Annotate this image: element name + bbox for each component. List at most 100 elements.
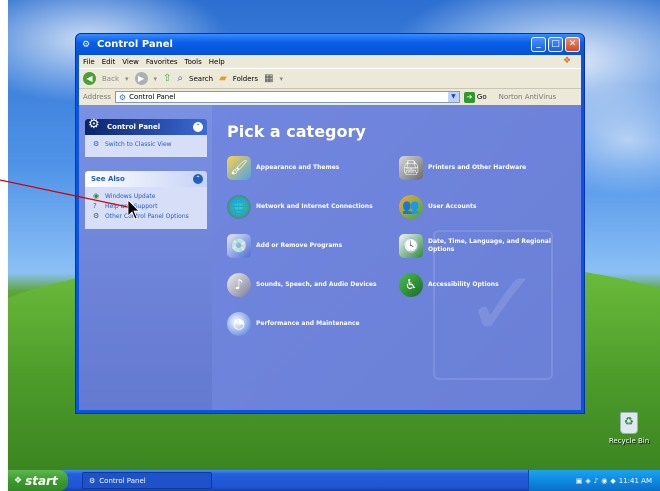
menu-file[interactable]: File (83, 58, 95, 66)
maximize-button[interactable]: □ (548, 37, 563, 52)
address-value: Control Panel (129, 93, 176, 101)
recycle-bin[interactable]: Recycle Bin (604, 412, 654, 445)
search-button[interactable]: Search (189, 75, 213, 83)
back-arrow-icon[interactable]: ◀ (83, 72, 96, 85)
taskbar: ❖ start ⚙ Control Panel ▣ ◈ ♪ ◉ ◆ 11:41 … (8, 470, 660, 491)
recycle-bin-icon[interactable] (620, 412, 638, 434)
accessibility-icon: ♿ (399, 273, 423, 297)
folders-icon[interactable]: ▰ (219, 73, 227, 84)
category-printers-label: Printers and Other Hardware (428, 164, 527, 171)
category-view: Pick a category 🖌 Appearance and Themes … (212, 105, 581, 410)
task-pane: ⚙ Control Panel ⌃ ⚙ Switch to Classic Vi… (79, 105, 212, 410)
category-performance-label: Performance and Maintenance (256, 320, 360, 327)
menu-bar: File Edit View Favorites Tools Help ❖ (79, 55, 581, 68)
date-time-globe-icon: 🕓 (399, 234, 423, 258)
classic-view-icon: ⚙ (93, 140, 100, 148)
category-appearance-and-themes[interactable]: 🖌 Appearance and Themes (227, 156, 339, 180)
toolbar: ◀ Back ▾ ▶ ▾ ⇧ ⌕ Search ▰ Folders ▦ ▾ (79, 68, 581, 89)
category-accessibility-label: Accessibility Options (428, 281, 499, 288)
control-panel-task-header[interactable]: ⚙ Control Panel ⌃ (85, 117, 207, 135)
sounds-speaker-icon: ♪ (227, 273, 251, 297)
see-also-chevron-icon[interactable]: ⌃ (193, 174, 203, 184)
address-input[interactable]: ⚙ Control Panel ▼ (114, 91, 460, 103)
collapse-chevron-icon[interactable]: ⌃ (193, 122, 203, 132)
title-bar[interactable]: ⚙ Control Panel _ □ ✕ (76, 34, 584, 55)
category-printers-and-hardware[interactable]: 🖨 Printers and Other Hardware (399, 156, 526, 180)
windows-flag-icon: ❖ (14, 475, 23, 486)
add-remove-programs-icon: 💿 (227, 234, 251, 258)
windows-logo-icon: ❖ (563, 56, 572, 66)
go-button[interactable]: ➔ Go (463, 91, 487, 103)
page-title: Pick a category (227, 122, 366, 141)
options-icon: ⚙ (93, 212, 100, 220)
tray-volume-icon[interactable]: ♪ (594, 477, 598, 485)
norton-antivirus-button[interactable]: Norton AntiVirus (499, 93, 557, 101)
system-tray: ▣ ◈ ♪ ◉ ◆ 11:41 AM (528, 470, 660, 491)
category-add-remove-label: Add or Remove Programs (256, 242, 343, 249)
tray-network-icon[interactable]: ▣ (576, 477, 583, 485)
tray-security-icon[interactable]: ◈ (585, 477, 590, 485)
other-control-panel-options-link[interactable]: ⚙ Other Control Panel Options (93, 212, 201, 221)
performance-gauge-icon: ◔ (227, 312, 251, 336)
taskbar-clock[interactable]: 11:41 AM (619, 477, 652, 485)
control-panel-task-box: ⚙ Control Panel ⌃ ⚙ Switch to Classic Vi… (85, 117, 207, 157)
window-title: Control Panel (97, 39, 173, 50)
tray-update-icon[interactable]: ◉ (601, 477, 607, 485)
tray-antivirus-icon[interactable]: ◆ (610, 477, 615, 485)
windows-update-link[interactable]: ◉ Windows Update (93, 193, 201, 201)
menu-edit[interactable]: Edit (102, 58, 116, 66)
see-also-title: See Also (91, 175, 125, 183)
switch-to-classic-view-label: Switch to Classic View (105, 141, 172, 148)
back-dropdown-icon[interactable]: ▾ (125, 75, 129, 83)
other-control-panel-options-label: Other Control Panel Options (105, 213, 189, 220)
views-dropdown-icon[interactable]: ▾ (280, 75, 284, 83)
see-also-body: ◉ Windows Update ? Help and Support ⚙ Ot… (85, 187, 207, 229)
appearance-themes-icon: 🖌 (227, 156, 251, 180)
up-folder-icon[interactable]: ⇧ (163, 73, 171, 84)
go-label: Go (476, 93, 487, 101)
menu-view[interactable]: View (122, 58, 139, 66)
category-performance-and-maintenance[interactable]: ◔ Performance and Maintenance (227, 312, 360, 336)
window-controls: _ □ ✕ (531, 37, 580, 52)
start-label: start (25, 473, 58, 488)
forward-arrow-icon[interactable]: ▶ (134, 72, 148, 85)
category-sounds-speech-audio[interactable]: ♪ Sounds, Speech, and Audio Devices (227, 273, 377, 297)
category-date-time-language-regional[interactable]: 🕓 Date, Time, Language, and Regional Opt… (399, 234, 559, 258)
printer-icon: 🖨 (399, 156, 423, 180)
user-accounts-icon: 👥 (399, 195, 423, 219)
address-bar: Address ⚙ Control Panel ▼ ➔ Go Norton An… (79, 89, 581, 105)
help-and-support-label: Help and Support (105, 203, 158, 210)
category-network-label: Network and Internet Connections (256, 203, 373, 210)
taskbar-item-control-panel[interactable]: ⚙ Control Panel (82, 472, 212, 489)
control-panel-task-body: ⚙ Switch to Classic View (85, 135, 207, 157)
help-and-support-link[interactable]: ? Help and Support (93, 202, 201, 211)
category-add-or-remove-programs[interactable]: 💿 Add or Remove Programs (227, 234, 342, 258)
menu-help[interactable]: Help (209, 58, 225, 66)
category-appearance-label: Appearance and Themes (256, 164, 340, 171)
help-icon: ? (93, 202, 97, 210)
start-button[interactable]: ❖ start (8, 470, 68, 491)
forward-dropdown-icon[interactable]: ▾ (154, 75, 158, 83)
control-panel-window: ⚙ Control Panel _ □ ✕ File Edit View Fav… (75, 33, 585, 414)
control-panel-header-icon: ⚙ (88, 117, 100, 132)
content-area: ⚙ Control Panel ⌃ ⚙ Switch to Classic Vi… (79, 105, 581, 410)
control-panel-small-icon: ⚙ (118, 92, 127, 102)
see-also-header[interactable]: See Also ⌃ (85, 171, 207, 187)
address-dropdown-icon[interactable]: ▼ (447, 92, 459, 102)
see-also-task-box: See Also ⌃ ◉ Windows Update ? Help and S… (85, 171, 207, 229)
category-network-and-internet[interactable]: 🌐 Network and Internet Connections (227, 195, 373, 219)
go-arrow-icon: ➔ (463, 91, 475, 103)
menu-favorites[interactable]: Favorites (146, 58, 178, 66)
back-button[interactable]: Back (102, 75, 119, 83)
folders-button[interactable]: Folders (233, 75, 258, 83)
close-button[interactable]: ✕ (565, 37, 580, 52)
views-icon[interactable]: ▦ (264, 73, 273, 84)
switch-to-classic-view-link[interactable]: ⚙ Switch to Classic View (93, 140, 201, 149)
recycle-bin-label: Recycle Bin (608, 437, 650, 445)
menu-tools[interactable]: Tools (185, 58, 202, 66)
category-user-accounts[interactable]: 👥 User Accounts (399, 195, 476, 219)
category-accessibility-options[interactable]: ♿ Accessibility Options (399, 273, 499, 297)
category-sounds-label: Sounds, Speech, and Audio Devices (256, 281, 377, 288)
search-icon[interactable]: ⌕ (177, 73, 183, 84)
minimize-button[interactable]: _ (531, 37, 546, 52)
